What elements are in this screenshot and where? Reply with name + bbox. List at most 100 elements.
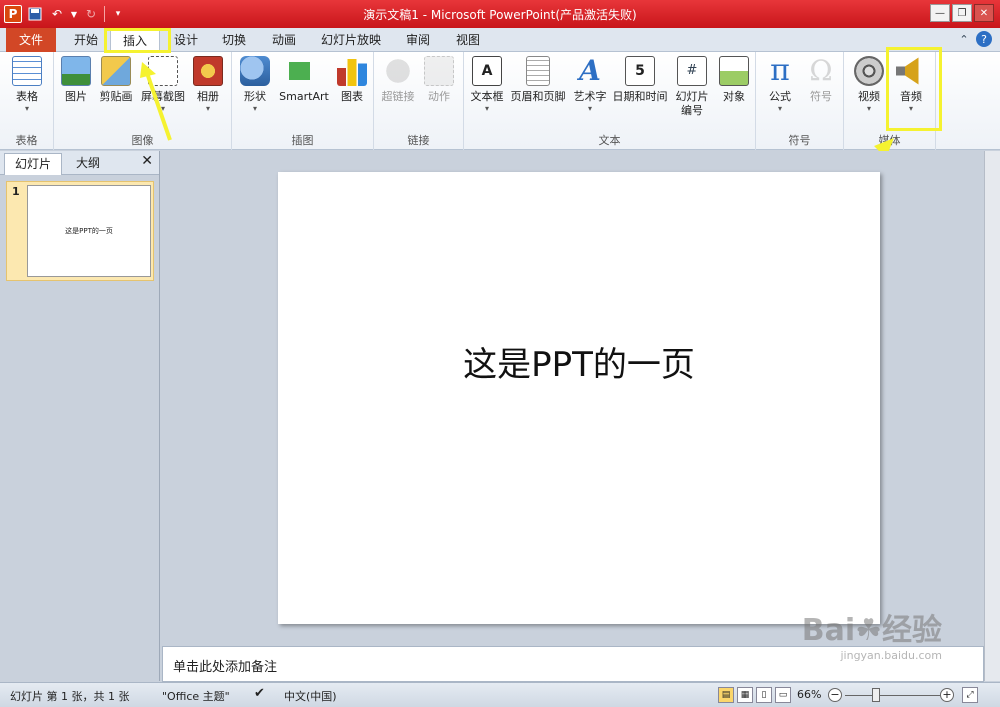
action-button[interactable]: 动作 — [420, 56, 458, 104]
chevron-down-icon: ▾ — [252, 104, 257, 113]
tab-view[interactable]: 视图 — [446, 30, 490, 52]
equation-button[interactable]: π 公式 ▾ — [760, 56, 800, 114]
close-panel-icon[interactable]: ✕ — [141, 153, 153, 169]
slide-thumbnail-text: 这是PPT的一页 — [65, 227, 113, 235]
tab-file[interactable]: 文件 — [6, 28, 56, 52]
textbox-label: 文本框 — [470, 90, 504, 103]
status-bar: 幻灯片 第 1 张，共 1 张 "Office 主题" ✔ 中文(中国) ▤ ▦… — [0, 682, 1000, 707]
picture-button[interactable]: 图片 — [58, 56, 94, 104]
tab-review[interactable]: 审阅 — [396, 30, 440, 52]
clipart-button[interactable]: 剪贴画 — [96, 56, 136, 104]
table-icon — [12, 56, 42, 86]
minimize-button[interactable]: — — [930, 4, 950, 22]
zoom-slider-track[interactable] — [845, 695, 940, 696]
slide-number-label-line2: 编号 — [681, 104, 703, 117]
zoom-in-button[interactable]: + — [940, 688, 954, 702]
datetime-button[interactable]: 5 日期和时间 — [612, 56, 668, 104]
close-button[interactable]: ✕ — [974, 4, 994, 22]
smartart-button[interactable]: SmartArt — [276, 56, 332, 104]
calendar-icon: 5 — [625, 56, 655, 86]
shapes-label: 形状 — [244, 90, 266, 103]
smartart-icon — [289, 62, 319, 80]
slide-thumbnail-number: 1 — [12, 185, 20, 198]
language-status: 中文(中国) — [284, 690, 337, 703]
symbol-button[interactable]: Ω 符号 — [802, 56, 840, 104]
wordart-icon: A — [579, 54, 601, 87]
notes-placeholder: 单击此处添加备注 — [173, 660, 278, 675]
slide-number-button[interactable]: # 幻灯片 编号 — [670, 56, 714, 118]
group-media: 视频 ▾ 音频 ▾ 媒体 — [844, 52, 936, 150]
group-illustrations: 形状 ▾ SmartArt 图表 插图 — [232, 52, 374, 150]
tab-design[interactable]: 设计 — [164, 30, 208, 52]
group-label-illustrations: 插图 — [291, 134, 314, 147]
slideshow-view-button[interactable]: ▭ — [775, 687, 791, 703]
collapse-ribbon-icon[interactable]: ⌃ — [956, 31, 972, 47]
action-label: 动作 — [428, 90, 450, 103]
ribbon-help-area: ⌃ ? — [956, 31, 992, 47]
slide-thumbnail[interactable]: 这是PPT的一页 — [27, 185, 151, 277]
help-icon[interactable]: ? — [976, 31, 992, 47]
normal-view-button[interactable]: ▤ — [718, 687, 734, 703]
screenshot-button[interactable]: 屏幕截图 ▾ — [138, 56, 188, 114]
object-icon — [719, 56, 749, 86]
chevron-down-icon: ▾ — [205, 104, 210, 113]
tab-home[interactable]: 开始 — [64, 30, 108, 52]
omega-symbol-icon: Ω — [809, 54, 833, 87]
tab-slideshow[interactable]: 幻灯片放映 — [314, 30, 388, 52]
wordart-button[interactable]: A 艺术字 ▾ — [570, 56, 610, 114]
header-footer-button[interactable]: 页眉和页脚 — [508, 56, 568, 104]
tab-outline[interactable]: 大纲 — [66, 153, 110, 175]
slide-thumbnail-item[interactable]: 1 这是PPT的一页 — [6, 181, 154, 281]
fit-to-window-button[interactable]: ⤢ — [962, 687, 978, 703]
hyperlink-button[interactable]: 超链接 — [378, 56, 418, 104]
clipart-icon — [101, 56, 131, 86]
hyperlink-label: 超链接 — [381, 90, 415, 103]
photo-album-icon — [193, 56, 223, 86]
slides-panel: 幻灯片 大纲 ✕ 1 这是PPT的一页 — [0, 151, 160, 681]
zoom-out-button[interactable]: − — [828, 688, 842, 702]
tab-transitions[interactable]: 切换 — [212, 30, 256, 52]
chart-label: 图表 — [341, 90, 363, 103]
title-bar: P ↶ ▼ ↻ ▾ 演示文稿1 - Microsoft PowerPoint(产… — [0, 0, 1000, 28]
picture-icon — [61, 56, 91, 86]
slide-text-box[interactable]: 这是PPT的一页 — [278, 337, 880, 386]
wordart-label: 艺术字 — [573, 90, 607, 103]
album-button[interactable]: 相册 ▾ — [190, 56, 226, 114]
picture-label: 图片 — [65, 90, 87, 103]
pi-equation-icon: π — [770, 53, 790, 88]
slide-number-label-line1: 幻灯片 — [675, 90, 709, 103]
reading-view-button[interactable]: ▯ — [756, 687, 772, 703]
shapes-icon — [240, 56, 270, 86]
chevron-down-icon: ▾ — [24, 104, 29, 113]
audio-button[interactable]: 音频 ▾ — [892, 56, 930, 114]
group-label-tables: 表格 — [15, 134, 38, 147]
hyperlink-globe-icon — [383, 56, 413, 86]
chart-button[interactable]: 图表 — [334, 56, 370, 104]
slide-sorter-view-button[interactable]: ▦ — [737, 687, 753, 703]
group-tables: 表格 ▾ 表格 — [0, 52, 54, 150]
table-label: 表格 — [16, 90, 38, 103]
video-label: 视频 — [858, 90, 880, 103]
tab-insert[interactable]: 插入 — [110, 30, 160, 52]
textbox-button[interactable]: A 文本框 ▾ — [466, 56, 508, 114]
video-button[interactable]: 视频 ▾ — [850, 56, 888, 114]
tab-animations[interactable]: 动画 — [262, 30, 306, 52]
maximize-button[interactable]: ❐ — [952, 4, 972, 22]
group-label-media: 媒体 — [878, 134, 901, 147]
shapes-button[interactable]: 形状 ▾ — [236, 56, 274, 114]
zoom-slider-thumb[interactable] — [872, 688, 880, 702]
notes-pane[interactable]: 单击此处添加备注 — [162, 646, 984, 682]
spelling-check-icon[interactable]: ✔ — [254, 686, 265, 701]
tab-slides[interactable]: 幻灯片 — [4, 153, 63, 175]
chevron-down-icon: ▾ — [484, 104, 489, 113]
vertical-scrollbar[interactable] — [984, 151, 1000, 681]
group-label-images: 图像 — [131, 134, 154, 147]
datetime-label: 日期和时间 — [612, 90, 668, 103]
zoom-level[interactable]: 66% — [797, 688, 821, 701]
panel-tabs: 幻灯片 大纲 ✕ — [0, 151, 159, 175]
object-button[interactable]: 对象 — [716, 56, 752, 104]
table-button[interactable]: 表格 ▾ — [8, 56, 46, 114]
ribbon-tabs: 文件 开始 插入 设计 切换 动画 幻灯片放映 审阅 视图 ⌃ ? — [0, 28, 1000, 52]
chevron-down-icon: ▾ — [908, 104, 913, 113]
current-slide[interactable]: 这是PPT的一页 — [278, 172, 880, 624]
